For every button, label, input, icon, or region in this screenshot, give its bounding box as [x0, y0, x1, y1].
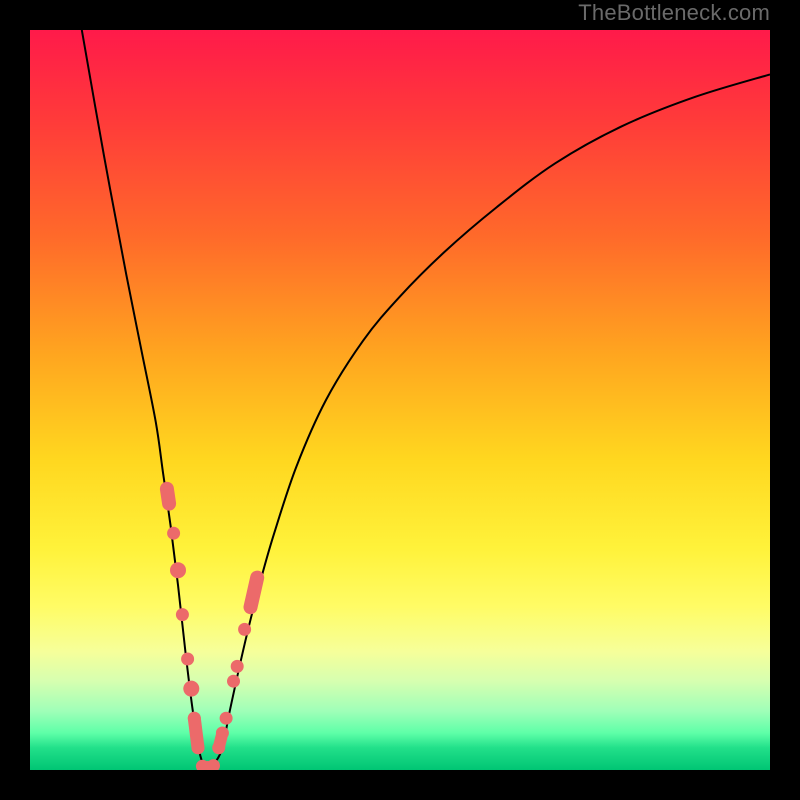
chart-frame: TheBottleneck.com — [0, 0, 800, 800]
curve-markers — [167, 489, 257, 770]
curve-marker-dot — [167, 527, 180, 540]
curve-marker-dot — [220, 712, 233, 725]
curve-svg — [30, 30, 770, 770]
curve-marker-dot — [176, 608, 189, 621]
curve-marker-dot — [238, 623, 251, 636]
plot-gradient-area — [30, 30, 770, 770]
curve-marker-dot — [170, 562, 186, 578]
curve-marker-pill — [219, 733, 223, 748]
curve-marker-dot — [183, 681, 199, 697]
curve-marker-pill — [251, 578, 258, 608]
curve-marker-dot — [207, 759, 220, 770]
curve-marker-dot — [181, 653, 194, 666]
curve-marker-dot — [231, 660, 244, 673]
watermark-text: TheBottleneck.com — [578, 0, 770, 26]
curve-marker-pill — [194, 718, 198, 748]
curve-marker-dot — [227, 675, 240, 688]
curve-marker-pill — [167, 489, 169, 504]
